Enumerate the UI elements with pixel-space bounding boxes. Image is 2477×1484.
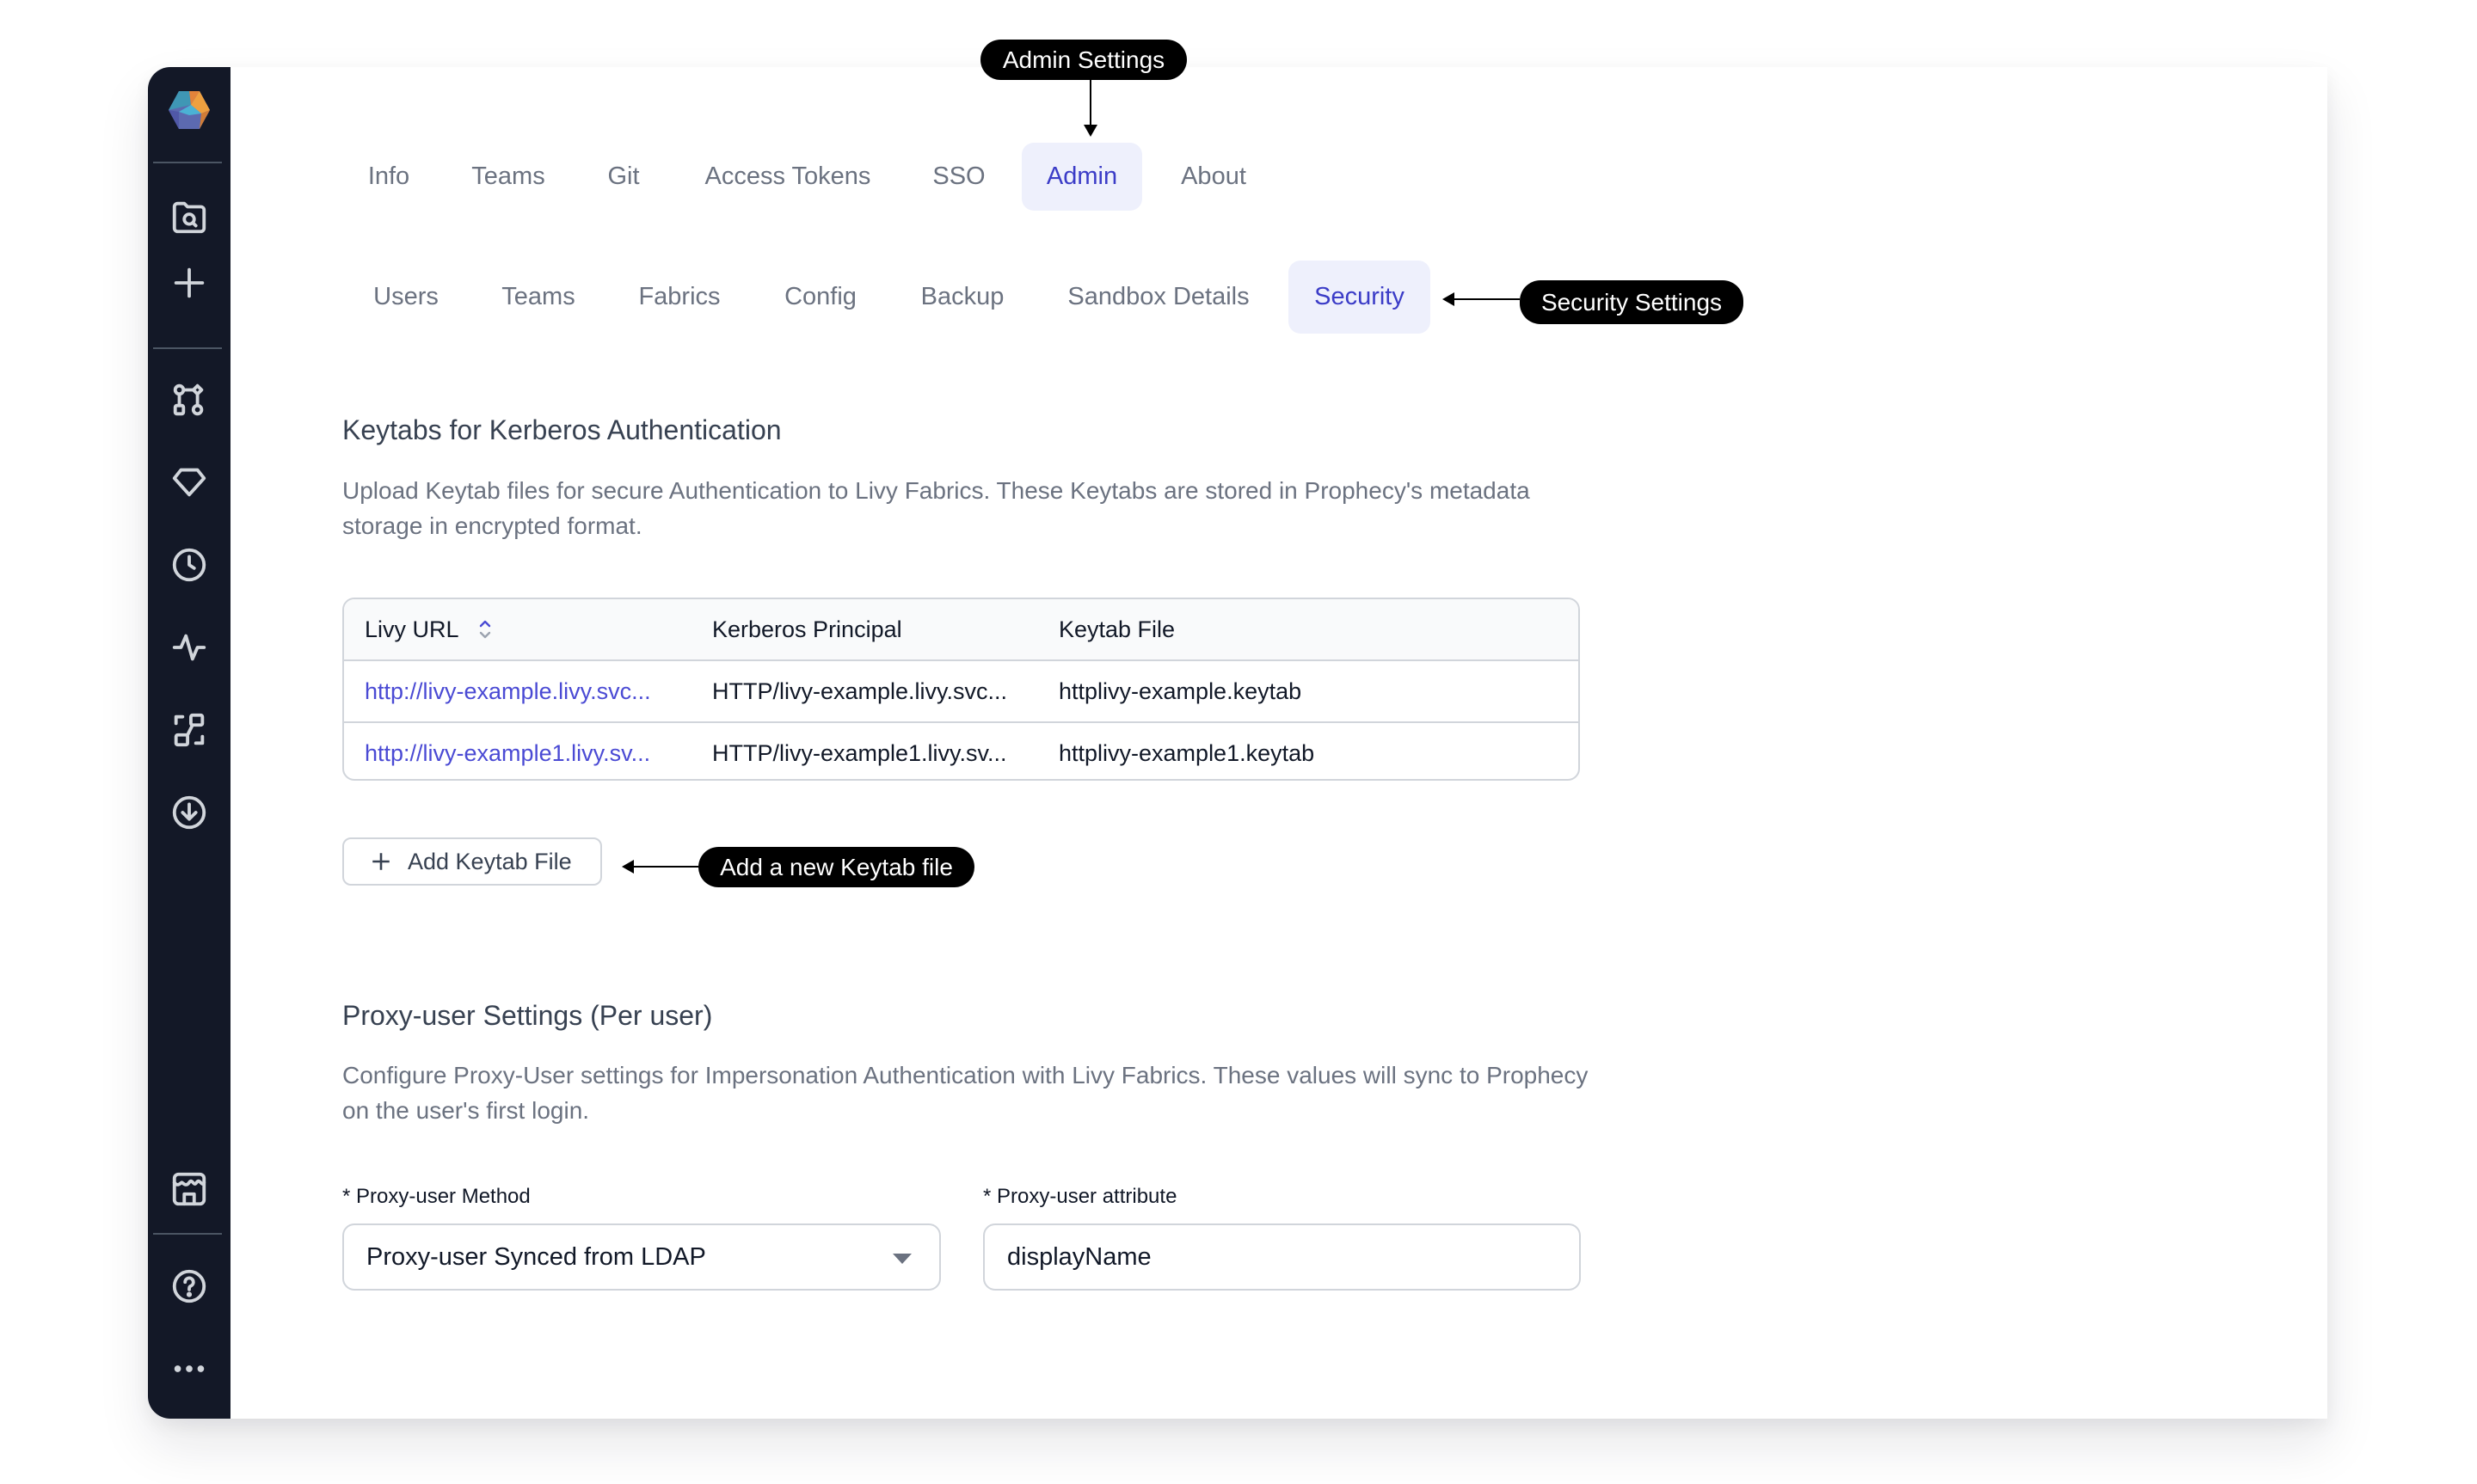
tab-admin[interactable]: Admin [1022, 143, 1142, 211]
tab-about[interactable]: About [1168, 143, 1259, 211]
arrow-left-icon [1442, 292, 1454, 306]
lineage-icon [174, 713, 205, 747]
tab-teams[interactable]: Teams [456, 143, 561, 211]
subtab-config[interactable]: Config [769, 261, 872, 334]
sidebar-item-deployments[interactable] [169, 792, 210, 833]
column-header-livy-url[interactable]: Livy URL [365, 599, 492, 659]
column-header-keytab-file: Keytab File [1059, 616, 1176, 642]
marketplace-icon [172, 1172, 206, 1206]
tab-sso[interactable]: SSO [920, 143, 998, 211]
tab-git[interactable]: Git [593, 143, 654, 211]
proxy-section-description: Configure Proxy-User settings for Impers… [342, 1062, 1589, 1124]
download-icon [172, 795, 206, 830]
plus-icon [174, 267, 205, 298]
livy-url-link[interactable]: http://livy-example.livy.svc... [365, 661, 651, 721]
sidebar-item-marketplace[interactable] [169, 1168, 210, 1210]
sidebar-item-create[interactable] [169, 262, 210, 304]
keytab-file-cell: httplivy-example1.keytab [1059, 739, 1315, 766]
tab-access-tokens[interactable]: Access Tokens [688, 143, 888, 211]
sidebar-item-more[interactable] [169, 1348, 210, 1389]
tab-info[interactable]: Info [353, 143, 425, 211]
subtab-users[interactable]: Users [361, 261, 451, 334]
plus-icon [372, 853, 390, 870]
proxy-attribute-input[interactable] [1007, 1242, 1579, 1272]
prophecy-logo-icon[interactable] [165, 86, 213, 134]
keytabs-table: Livy URL Kerberos Principal Keytab File … [342, 598, 1580, 781]
kerberos-principal-cell: HTTP/livy-example1.livy.sv... [712, 739, 1007, 766]
column-header-kerberos-principal: Kerberos Principal [712, 616, 902, 642]
subtab-security[interactable]: Security [1288, 261, 1430, 334]
help-icon [172, 1269, 206, 1303]
sidebar-item-pipelines[interactable] [169, 379, 210, 420]
keytab-file-cell: httplivy-example.keytab [1059, 678, 1302, 704]
pipeline-icon [173, 383, 204, 416]
column-header-label: Livy URL [365, 616, 459, 642]
proxy-method-selected-value: Proxy-user Synced from LDAP [366, 1242, 706, 1271]
table-row: http://livy-example1.livy.sv... HTTP/liv… [344, 723, 1578, 779]
activity-icon [172, 634, 206, 661]
keytabs-section-title: Keytabs for Kerberos Authentication [342, 414, 782, 445]
add-keytab-file-label: Add Keytab File [408, 848, 572, 874]
arrow-left-icon [622, 860, 634, 874]
annotation-security-settings: Security Settings [1520, 280, 1743, 324]
add-keytab-file-button[interactable]: Add Keytab File [342, 837, 602, 886]
sidebar-item-gems[interactable] [169, 461, 210, 502]
arrow-down-icon [1084, 125, 1097, 137]
sidebar-item-history[interactable] [169, 544, 210, 586]
annotation-arrow-line [633, 866, 698, 868]
subtab-sandbox-details[interactable]: Sandbox Details [1051, 261, 1266, 334]
proxy-attribute-label: * Proxy-user attribute [983, 1185, 1177, 1208]
sidebar-divider [153, 1233, 222, 1235]
kerberos-principal-cell: HTTP/livy-example.livy.svc... [712, 678, 1008, 704]
sidebar-item-lineage[interactable] [169, 709, 210, 751]
sort-descending-icon [479, 631, 490, 639]
annotation-add-keytab: Add a new Keytab file [698, 847, 974, 887]
more-icon [174, 1365, 205, 1372]
sort-icon[interactable] [478, 618, 492, 641]
sidebar [148, 67, 230, 1419]
sidebar-item-observability[interactable] [169, 627, 210, 668]
sidebar-divider [153, 347, 222, 349]
annotation-arrow-line [1454, 298, 1520, 300]
subtab-fabrics[interactable]: Fabrics [628, 261, 731, 334]
proxy-method-select[interactable]: Proxy-user Synced from LDAP [342, 1223, 941, 1291]
proxy-section-title: Proxy-user Settings (Per user) [342, 1000, 713, 1031]
sidebar-divider [153, 162, 222, 163]
subtab-backup[interactable]: Backup [912, 261, 1013, 334]
gem-icon [172, 468, 206, 497]
annotation-admin-settings: Admin Settings [980, 40, 1187, 80]
sort-ascending-icon [479, 620, 490, 628]
sidebar-item-help[interactable] [169, 1266, 210, 1307]
table-header: Livy URL Kerberos Principal Keytab File [344, 599, 1578, 661]
subtab-teams[interactable]: Teams [487, 261, 590, 334]
proxy-attribute-field[interactable] [983, 1223, 1581, 1291]
clock-icon [172, 548, 206, 582]
folder-search-icon [172, 201, 206, 234]
keytabs-section-description: Upload Keytab files for secure Authentic… [342, 477, 1530, 539]
livy-url-link[interactable]: http://livy-example1.livy.sv... [365, 723, 650, 779]
annotation-arrow-line [1090, 80, 1091, 125]
proxy-method-label: * Proxy-user Method [342, 1185, 531, 1208]
caret-down-icon [893, 1254, 912, 1264]
table-row: http://livy-example.livy.svc... HTTP/liv… [344, 661, 1578, 723]
sidebar-item-browse[interactable] [169, 196, 210, 237]
